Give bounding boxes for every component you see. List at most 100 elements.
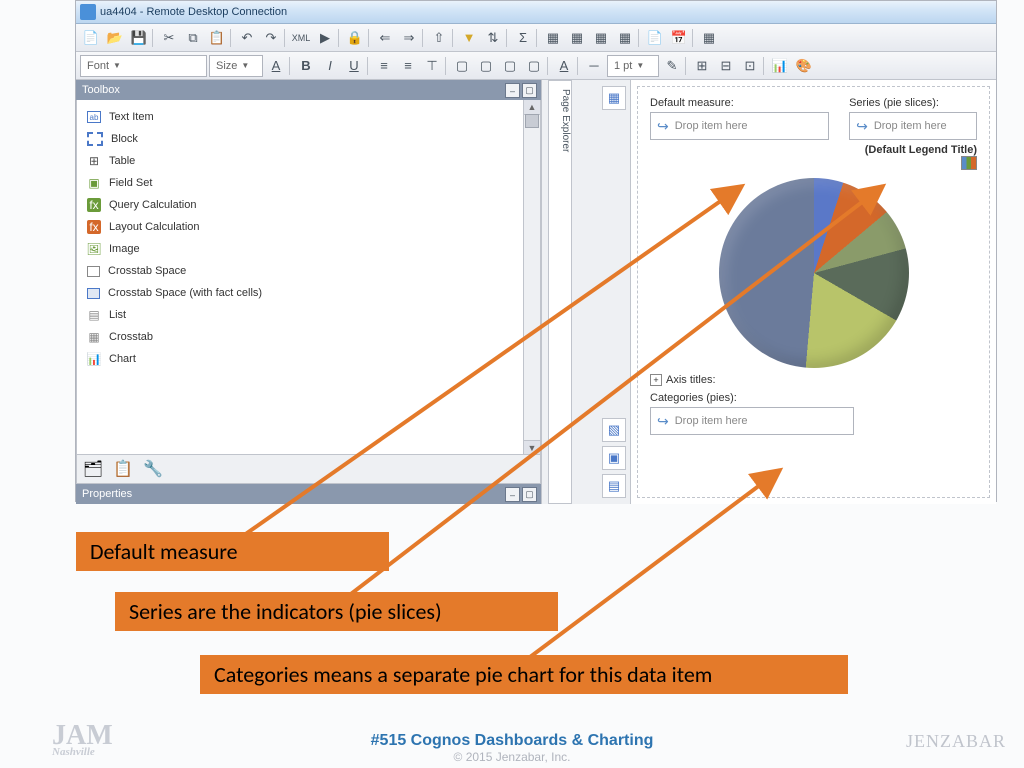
xml-icon[interactable]: XML	[290, 27, 312, 49]
border-icon[interactable]: ▢	[523, 55, 545, 77]
default-measure-dropzone[interactable]: ↪Drop item here	[650, 112, 829, 140]
toolbox-scrollbar[interactable]: ▲ ▼	[523, 100, 540, 455]
underline-icon[interactable]: U	[343, 55, 365, 77]
misc-icon[interactable]: ▦	[698, 27, 720, 49]
categories-dropzone[interactable]: ↪Drop item here	[650, 407, 854, 435]
separator	[685, 57, 689, 75]
copy-icon[interactable]: ⧉	[182, 27, 204, 49]
align-top-icon[interactable]: ⊤	[421, 55, 443, 77]
border-icon[interactable]: ▢	[451, 55, 473, 77]
tab-icon[interactable]: 🔧	[143, 459, 163, 479]
text-item-icon: ab	[87, 111, 101, 123]
sort-icon[interactable]: ⇅	[482, 27, 504, 49]
fill-icon[interactable]: A	[553, 55, 575, 77]
tool-crosstab[interactable]: ▦Crosstab	[77, 326, 540, 348]
misc-icon[interactable]: ▦	[542, 27, 564, 49]
misc-icon[interactable]: ⊡	[739, 55, 761, 77]
bold-icon[interactable]: B	[295, 55, 317, 77]
properties-header: Properties –▢	[76, 484, 541, 504]
sum-icon[interactable]: Σ	[512, 27, 534, 49]
calendar-icon[interactable]: 📅	[668, 27, 690, 49]
paste-icon[interactable]: 📋	[206, 27, 228, 49]
tool-crosstab-fact[interactable]: Crosstab Space (with fact cells)	[77, 282, 540, 304]
misc-icon[interactable]: ▦	[614, 27, 636, 49]
size-dropdown[interactable]: Size▼	[209, 55, 263, 77]
drop-arrow-icon: ↪	[657, 413, 669, 430]
footer-copyright: © 2015 Jenzabar, Inc.	[0, 750, 1024, 764]
toolbox-header: Toolbox –▢	[76, 80, 541, 100]
minimize-icon[interactable]: –	[505, 83, 520, 98]
separator	[536, 29, 540, 47]
tool-field-set[interactable]: ▣Field Set	[77, 172, 540, 194]
scroll-down-icon[interactable]: ▼	[524, 440, 540, 455]
maximize-icon[interactable]: ▢	[522, 487, 537, 502]
lock-icon[interactable]: 🔒	[344, 27, 366, 49]
tab-icon[interactable]: 📋	[113, 459, 133, 479]
minimize-icon[interactable]: –	[505, 487, 520, 502]
palette-icon[interactable]: 🎨	[793, 55, 815, 77]
new-icon[interactable]: 📄	[80, 27, 102, 49]
up-icon[interactable]: ⇧	[428, 27, 450, 49]
font-color-icon[interactable]: A	[265, 55, 287, 77]
border-icon[interactable]: ▢	[475, 55, 497, 77]
mid-gutter: Page Explorer ▦ ▧ ▣ ▤	[541, 80, 631, 504]
side-tool-icon[interactable]: ▤	[602, 474, 626, 498]
tool-list[interactable]: ▤List	[77, 304, 540, 326]
tool-query-calc[interactable]: fxQuery Calculation	[77, 194, 540, 216]
stroke-width-dropdown[interactable]: 1 pt▼	[607, 55, 659, 77]
maximize-icon[interactable]: ▢	[522, 83, 537, 98]
misc-icon[interactable]: ⊟	[715, 55, 737, 77]
axis-titles-row[interactable]: +Axis titles:	[650, 374, 977, 386]
format-toolbar: Font▼ Size▼ A B I U ≡ ≡ ⊤ ▢ ▢ ▢ ▢ A ─ 1 …	[76, 52, 996, 80]
nav-fwd-icon[interactable]: ⇒	[398, 27, 420, 49]
side-tool-icon[interactable]: ▣	[602, 446, 626, 470]
run-icon[interactable]: ▶	[314, 27, 336, 49]
page-explorer-tab[interactable]: Page Explorer	[548, 80, 572, 504]
nav-back-icon[interactable]: ⇐	[374, 27, 396, 49]
border-icon[interactable]: ▢	[499, 55, 521, 77]
separator	[445, 57, 449, 75]
tab-icon[interactable]: 🗂	[83, 459, 103, 479]
tool-chart[interactable]: 📊Chart	[77, 348, 540, 370]
undo-icon[interactable]: ↶	[236, 27, 258, 49]
tool-table[interactable]: ⊞Table	[77, 150, 540, 172]
series-label: Series (pie slices):	[849, 97, 977, 109]
default-measure-label: Default measure:	[650, 97, 829, 109]
toolbox-tab-bar: 🗂 📋 🔧	[77, 454, 540, 483]
separator	[284, 29, 288, 47]
line-style-icon[interactable]: ─	[583, 55, 605, 77]
tool-text-item[interactable]: abText Item	[77, 106, 540, 128]
italic-icon[interactable]: I	[319, 55, 341, 77]
side-tool-icon[interactable]: ▦	[602, 86, 626, 110]
drop-arrow-icon: ↪	[856, 118, 868, 135]
scroll-up-icon[interactable]: ▲	[524, 100, 540, 115]
misc-icon[interactable]: ▦	[590, 27, 612, 49]
tool-block[interactable]: Block	[77, 128, 540, 150]
side-tool-icon[interactable]: ▧	[602, 418, 626, 442]
filter-icon[interactable]: ▼	[458, 27, 480, 49]
field-set-icon: ▣	[87, 176, 101, 190]
save-icon[interactable]: 💾	[128, 27, 150, 49]
cut-icon[interactable]: ✂	[158, 27, 180, 49]
font-dropdown[interactable]: Font▼	[80, 55, 207, 77]
redo-icon[interactable]: ↷	[260, 27, 282, 49]
pen-icon[interactable]: ✎	[661, 55, 683, 77]
align-left-icon[interactable]: ≡	[373, 55, 395, 77]
table-icon[interactable]: ⊞	[691, 55, 713, 77]
rdp-icon	[80, 4, 96, 20]
page-icon[interactable]: 📄	[644, 27, 666, 49]
separator	[368, 29, 372, 47]
callout-categories: Categories means a separate pie chart fo…	[200, 655, 848, 694]
align-center-icon[interactable]: ≡	[397, 55, 419, 77]
scroll-thumb[interactable]	[525, 114, 539, 128]
tool-layout-calc[interactable]: fxLayout Calculation	[77, 216, 540, 238]
misc-icon[interactable]: ▦	[566, 27, 588, 49]
expand-icon[interactable]: +	[650, 374, 662, 386]
tool-crosstab-space[interactable]: Crosstab Space	[77, 260, 540, 282]
chart-icon[interactable]: 📊	[769, 55, 791, 77]
tool-image[interactable]: 🖼Image	[77, 238, 540, 260]
toolbox-list: abText Item Block ⊞Table ▣Field Set fxQu…	[77, 100, 540, 376]
open-icon[interactable]: 📂	[104, 27, 126, 49]
series-dropzone[interactable]: ↪Drop item here	[849, 112, 977, 140]
separator	[547, 57, 551, 75]
